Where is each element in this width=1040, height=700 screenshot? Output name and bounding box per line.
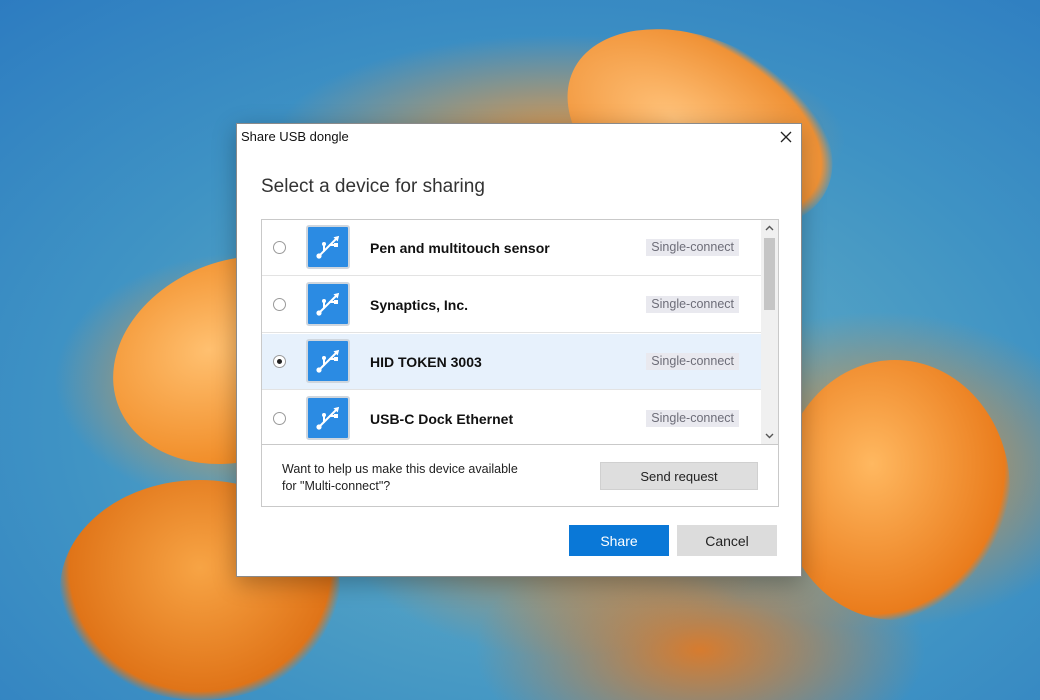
device-name: HID TOKEN 3003: [370, 354, 482, 370]
usb-icon: [306, 339, 350, 383]
device-name: Synaptics, Inc.: [370, 297, 469, 313]
device-radio[interactable]: [273, 355, 286, 368]
send-request-button[interactable]: Send request: [600, 462, 758, 490]
device-name: Pen and multitouch sensor: [370, 240, 550, 256]
connect-mode-badge: Single-connect: [646, 410, 739, 427]
chevron-down-icon: [765, 433, 774, 439]
device-row[interactable]: USB-C Dock Ethernet Single-connect: [262, 391, 761, 444]
device-radio[interactable]: [273, 412, 286, 425]
scroll-thumb[interactable]: [764, 238, 775, 310]
multi-connect-request-panel: Want to help us make this device availab…: [261, 444, 779, 507]
usb-icon: [306, 225, 350, 269]
dialog-heading: Select a device for sharing: [261, 176, 485, 197]
connect-mode-badge: Single-connect: [646, 296, 739, 313]
device-row-selected[interactable]: HID TOKEN 3003 Single-connect: [262, 334, 761, 390]
share-button[interactable]: Share: [569, 525, 669, 556]
request-message: Want to help us make this device availab…: [282, 462, 518, 493]
wallpaper-petal: [780, 360, 1010, 620]
device-row[interactable]: Synaptics, Inc. Single-connect: [262, 277, 761, 333]
chevron-up-icon: [765, 225, 774, 231]
device-row[interactable]: Pen and multitouch sensor Single-connect: [262, 220, 761, 276]
device-list-scrollbar[interactable]: [761, 220, 778, 444]
device-list: Pen and multitouch sensor Single-connect…: [261, 219, 779, 445]
share-usb-dialog: Share USB dongle Select a device for sha…: [236, 123, 802, 577]
usb-icon: [306, 396, 350, 440]
connect-mode-badge: Single-connect: [646, 239, 739, 256]
title-bar: Share USB dongle: [237, 124, 801, 150]
close-button[interactable]: [771, 124, 801, 150]
scroll-down-button[interactable]: [761, 428, 778, 444]
close-icon: [780, 131, 792, 143]
device-radio[interactable]: [273, 241, 286, 254]
dialog-title: Share USB dongle: [241, 129, 349, 144]
device-name: USB-C Dock Ethernet: [370, 411, 514, 427]
cancel-button[interactable]: Cancel: [677, 525, 777, 556]
device-radio[interactable]: [273, 298, 286, 311]
connect-mode-badge: Single-connect: [646, 353, 739, 370]
scroll-up-button[interactable]: [761, 220, 778, 236]
usb-icon: [306, 282, 350, 326]
